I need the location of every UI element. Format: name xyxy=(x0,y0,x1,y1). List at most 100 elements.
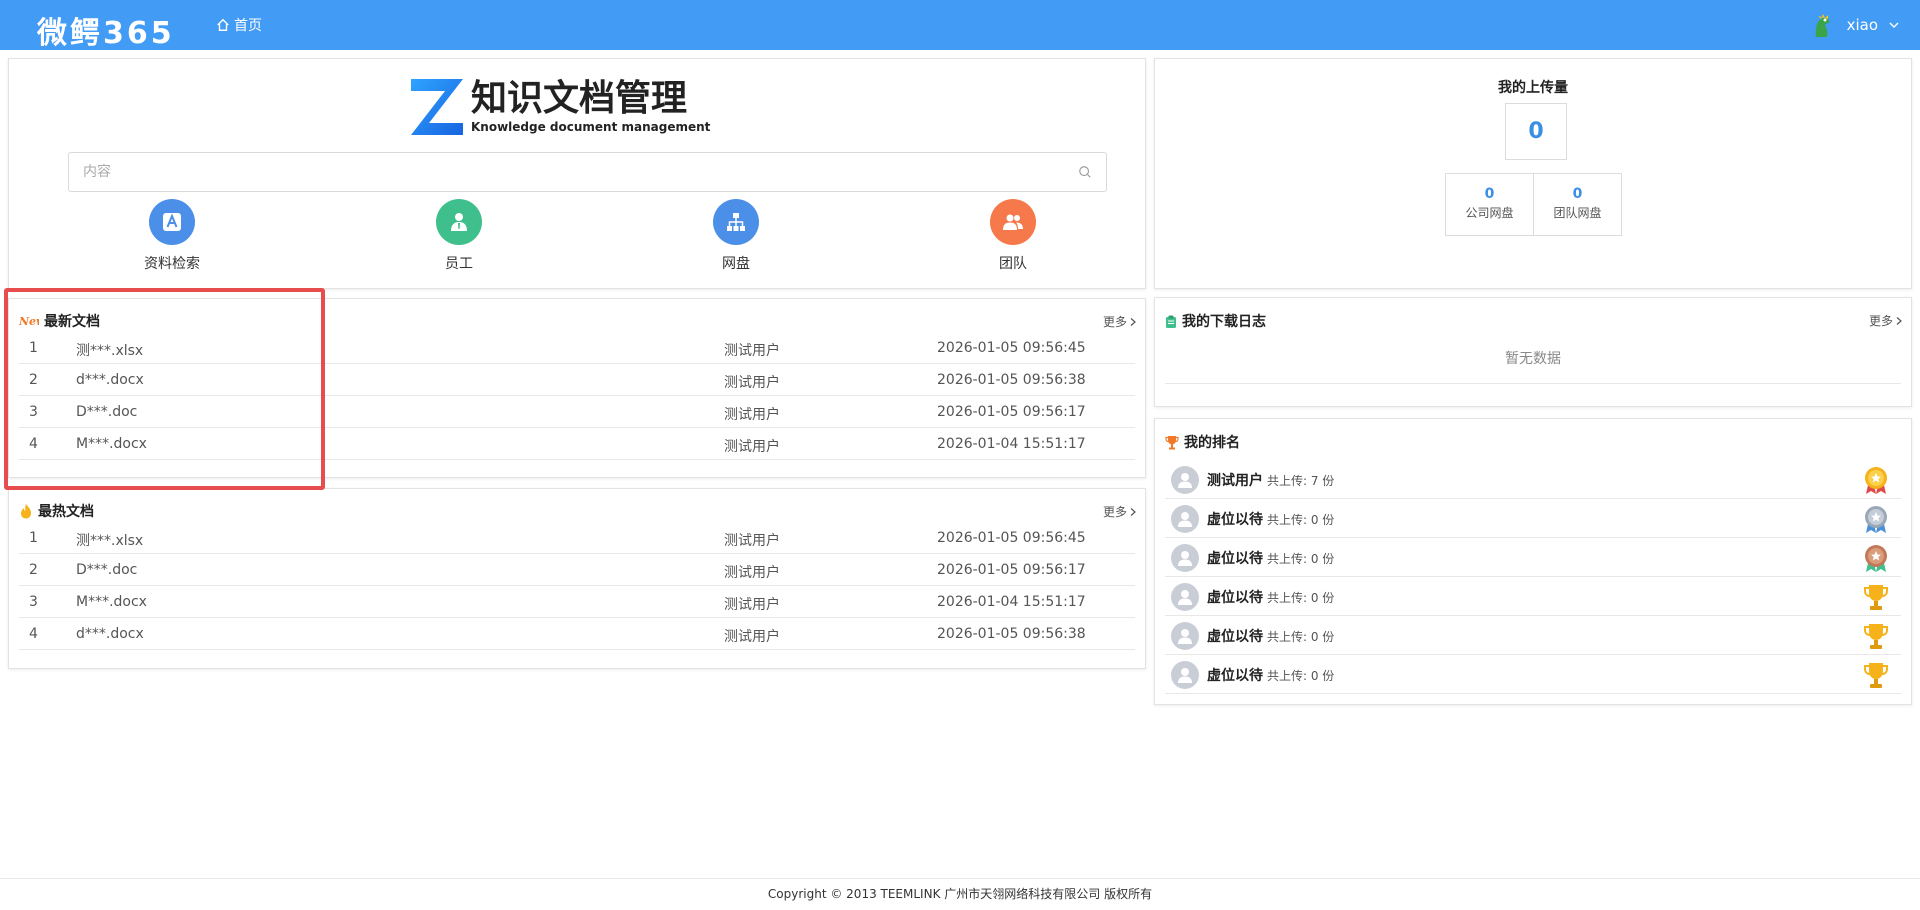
download-log-title: 我的下载日志 xyxy=(1182,314,1266,330)
search-input[interactable] xyxy=(83,164,1078,180)
hero-panel: 知识文档管理 Knowledge document management 资料检… xyxy=(8,58,1146,289)
file-name[interactable]: d***.docx xyxy=(76,626,144,642)
row-index: 2 xyxy=(29,562,38,578)
row-index: 4 xyxy=(29,626,38,642)
upload-breakdown: 0 公司网盘 0 团队网盘 xyxy=(1445,173,1622,236)
list-item[interactable]: 虚位以待 共上传: 0 份 xyxy=(1165,655,1901,694)
uploader: 测试用户 xyxy=(724,375,780,391)
rank-user-name: 虚位以待 xyxy=(1207,551,1263,567)
z-logo-icon xyxy=(411,79,463,135)
table-row[interactable]: 4 d***.docx 测试用户 2026-01-05 09:56:38 xyxy=(19,618,1135,650)
svg-text:New: New xyxy=(19,315,39,328)
avatar xyxy=(1171,622,1199,650)
latest-more-link[interactable]: 更多 xyxy=(1103,313,1137,330)
table-row[interactable]: 4 M***.docx 测试用户 2026-01-04 15:51:17 xyxy=(19,428,1135,460)
new-badge-icon: New xyxy=(19,315,39,328)
shortcut-team-label: 团队 xyxy=(999,256,1027,272)
table-row[interactable]: 2 D***.doc 测试用户 2026-01-05 09:56:17 xyxy=(19,554,1135,586)
empty-state: 暂无数据 xyxy=(1165,348,1901,384)
chevron-right-icon xyxy=(1130,507,1136,516)
trophy-icon xyxy=(1165,435,1179,449)
uploader: 测试用户 xyxy=(724,597,780,613)
user-avatar xyxy=(1806,10,1837,40)
ranking-header: 我的排名 xyxy=(1165,432,1240,452)
flame-icon xyxy=(21,504,31,519)
download-more-link[interactable]: 更多 xyxy=(1869,312,1903,329)
row-index: 3 xyxy=(29,404,38,420)
hot-docs-panel: 最热文档 更多 1 测***.xlsx 测试用户 2026-01-05 09:56:4… xyxy=(8,488,1146,669)
company-drive-count: 0 xyxy=(1484,186,1495,202)
app-logo[interactable]: 微鳄365 xyxy=(37,8,175,52)
username-label: xiao xyxy=(1846,16,1878,34)
silver-medal-icon xyxy=(1865,506,1887,533)
latest-docs-panel: New 最新文档 更多 1 测***.xlsx 测试用户 2026-01-05 09:… xyxy=(8,298,1146,478)
file-name[interactable]: d***.docx xyxy=(76,372,144,388)
file-name[interactable]: D***.doc xyxy=(76,562,137,578)
ranking-title: 我的排名 xyxy=(1184,435,1240,451)
file-name[interactable]: 测***.xlsx xyxy=(76,340,143,360)
company-drive-stat[interactable]: 0 公司网盘 xyxy=(1446,174,1533,235)
hot-docs-header: 最热文档 xyxy=(19,501,94,521)
upload-time: 2026-01-05 09:56:38 xyxy=(937,372,1086,388)
rank-upload-count: 共上传: 0 份 xyxy=(1267,513,1335,527)
hero-subtitle: Knowledge document management xyxy=(471,120,711,134)
nav-home-link[interactable]: 首页 xyxy=(216,15,262,35)
hot-more-label: 更多 xyxy=(1102,505,1127,519)
top-navbar: 微鳄365 首页 xiao xyxy=(0,0,1920,52)
table-row[interactable]: 2 d***.docx 测试用户 2026-01-05 09:56:38 xyxy=(19,364,1135,396)
shortcut-drive[interactable]: 网盘 xyxy=(676,199,796,273)
hero-text: 知识文档管理 Knowledge document management xyxy=(471,78,711,135)
rank-upload-count: 共上传: 0 份 xyxy=(1267,552,1335,566)
shortcut-search[interactable]: 资料检索 xyxy=(112,199,232,273)
hero-title: 知识文档管理 xyxy=(471,78,688,119)
search-icon[interactable] xyxy=(1078,165,1092,179)
upload-time: 2026-01-05 09:56:17 xyxy=(937,562,1086,578)
table-row[interactable]: 1 测***.xlsx 测试用户 2026-01-05 09:56:45 xyxy=(19,332,1135,364)
user-menu[interactable]: xiao xyxy=(1806,10,1900,40)
hot-docs-list: 1 测***.xlsx 测试用户 2026-01-05 09:56:45 2 D***.… xyxy=(19,522,1135,650)
nav-home-label: 首页 xyxy=(234,18,262,34)
ranking-panel: 我的排名 测试用户 共上传: 7 份 虚位以待 共上传: 0 份 虚位以待 共上传: … xyxy=(1154,418,1912,705)
table-row[interactable]: 3 D***.doc 测试用户 2026-01-05 09:56:17 xyxy=(19,396,1135,428)
latest-more-label: 更多 xyxy=(1102,315,1127,329)
list-item[interactable]: 测试用户 共上传: 7 份 xyxy=(1165,460,1901,499)
staff-icon xyxy=(436,199,482,245)
uploader: 测试用户 xyxy=(724,439,780,455)
avatar xyxy=(1171,544,1199,572)
shortcut-team[interactable]: 团队 xyxy=(953,199,1073,273)
list-item[interactable]: 虚位以待 共上传: 0 份 xyxy=(1165,538,1901,577)
list-item[interactable]: 虚位以待 共上传: 0 份 xyxy=(1165,577,1901,616)
upload-time: 2026-01-05 09:56:17 xyxy=(937,404,1086,420)
file-name[interactable]: D***.doc xyxy=(76,404,137,420)
file-name[interactable]: M***.docx xyxy=(76,594,147,610)
home-icon xyxy=(217,18,229,31)
table-row[interactable]: 1 测***.xlsx 测试用户 2026-01-05 09:56:45 xyxy=(19,522,1135,554)
shortcut-staff[interactable]: 员工 xyxy=(399,199,519,273)
row-index: 4 xyxy=(29,436,38,452)
download-log-panel: 我的下载日志 更多 暂无数据 xyxy=(1154,297,1912,407)
network-drive-icon xyxy=(713,199,759,245)
chevron-right-icon xyxy=(1130,317,1136,326)
clipboard-icon xyxy=(1166,315,1176,328)
shortcut-staff-label: 员工 xyxy=(445,256,473,272)
file-name[interactable]: 测***.xlsx xyxy=(76,530,143,550)
rank-upload-count: 共上传: 0 份 xyxy=(1267,669,1335,683)
file-name[interactable]: M***.docx xyxy=(76,436,147,452)
latest-docs-list: 1 测***.xlsx 测试用户 2026-01-05 09:56:45 2 d***.… xyxy=(19,332,1135,460)
rank-upload-count: 共上传: 7 份 xyxy=(1267,474,1335,488)
hot-more-link[interactable]: 更多 xyxy=(1103,503,1137,520)
rank-user-name: 测试用户 xyxy=(1207,473,1263,489)
list-item[interactable]: 虚位以待 共上传: 0 份 xyxy=(1165,616,1901,655)
avatar xyxy=(1171,466,1199,494)
row-index: 2 xyxy=(29,372,38,388)
row-index: 3 xyxy=(29,594,38,610)
row-index: 1 xyxy=(29,530,38,546)
uploader: 测试用户 xyxy=(724,629,780,645)
team-drive-label: 团队网盘 xyxy=(1553,206,1602,220)
document-search-icon xyxy=(149,199,195,245)
list-item[interactable]: 虚位以待 共上传: 0 份 xyxy=(1165,499,1901,538)
table-row[interactable]: 3 M***.docx 测试用户 2026-01-04 15:51:17 xyxy=(19,586,1135,618)
trophy-icon xyxy=(1864,624,1888,649)
team-drive-stat[interactable]: 0 团队网盘 xyxy=(1533,174,1621,235)
trophy-icon xyxy=(1864,663,1888,688)
